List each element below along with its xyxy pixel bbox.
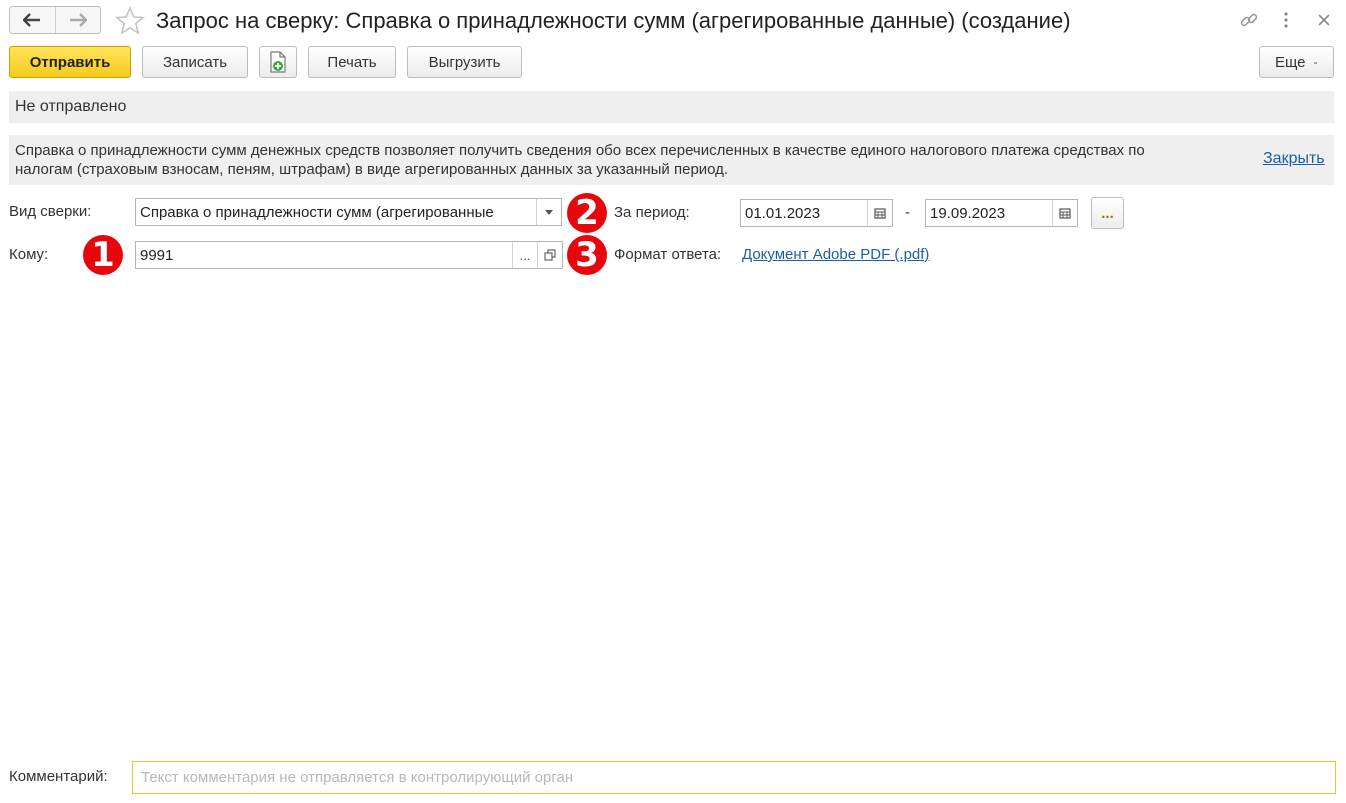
annotation-badge-1: 1	[83, 235, 123, 275]
annotation-badge-3: 3	[567, 235, 607, 275]
favorite-star-icon[interactable]	[114, 5, 146, 37]
send-button[interactable]: Отправить	[9, 46, 131, 78]
new-document-icon	[270, 51, 286, 73]
more-actions-button[interactable]: Еще -	[1259, 46, 1334, 78]
dropdown-button[interactable]	[536, 199, 561, 225]
comment-input[interactable]	[139, 768, 1335, 787]
period-dash: -	[905, 204, 910, 221]
link-icon[interactable]	[1237, 8, 1261, 32]
type-select[interactable]: Справка о принадлежности сумм (агрегиров…	[135, 198, 562, 226]
open-button[interactable]	[537, 242, 562, 268]
period-to-value: 19.09.2023	[930, 204, 1006, 222]
select-button[interactable]: ...	[512, 242, 537, 268]
more-vertical-icon[interactable]	[1274, 8, 1298, 32]
close-icon[interactable]	[1312, 8, 1336, 32]
chevron-down-icon	[545, 209, 553, 215]
comment-label: Комментарий:	[9, 768, 108, 785]
calendar-button-from[interactable]	[867, 200, 892, 226]
type-select-value: Справка о принадлежности сумм (агрегиров…	[140, 203, 494, 221]
calendar-icon	[874, 208, 886, 219]
chevron-down-icon: -	[1313, 55, 1318, 69]
format-label: Формат ответа:	[614, 246, 722, 263]
to-label: Кому:	[9, 246, 49, 263]
close-info-link[interactable]: Закрыть	[1263, 150, 1325, 168]
back-button[interactable]	[10, 7, 55, 33]
to-field[interactable]: 9991 ...	[135, 241, 563, 269]
annotation-badge-2: 2	[567, 193, 607, 233]
navigation-buttons	[9, 6, 101, 34]
status-bar: Не отправлено	[9, 91, 1334, 123]
comment-field-wrapper	[132, 761, 1336, 794]
export-button[interactable]: Выгрузить	[407, 46, 522, 78]
info-text: Справка о принадлежности сумм денежных с…	[15, 142, 1145, 178]
period-from-value: 01.01.2023	[745, 204, 821, 222]
back-arrow-icon	[23, 13, 41, 27]
period-from-field[interactable]: 01.01.2023	[740, 199, 893, 227]
save-button[interactable]: Записать	[142, 46, 248, 78]
to-field-value: 9991	[140, 246, 174, 264]
print-button[interactable]: Печать	[308, 46, 396, 78]
forward-arrow-icon	[69, 13, 87, 27]
open-window-icon	[544, 249, 556, 261]
calendar-icon	[1059, 208, 1071, 219]
period-label: За период:	[614, 204, 690, 221]
type-label: Вид сверки:	[9, 203, 92, 220]
forward-button[interactable]	[54, 7, 101, 33]
calendar-button-to[interactable]	[1052, 200, 1077, 226]
create-based-on-button[interactable]	[259, 46, 297, 78]
more-actions-label: Еще	[1275, 53, 1306, 71]
format-link[interactable]: Документ Adobe PDF (.pdf)	[742, 246, 929, 263]
info-panel: Справка о принадлежности сумм денежных с…	[9, 135, 1334, 185]
window-title: Запрос на сверку: Справка о принадлежнос…	[156, 8, 1071, 33]
period-select-button[interactable]: ...	[1091, 197, 1124, 229]
period-to-field[interactable]: 19.09.2023	[925, 199, 1078, 227]
